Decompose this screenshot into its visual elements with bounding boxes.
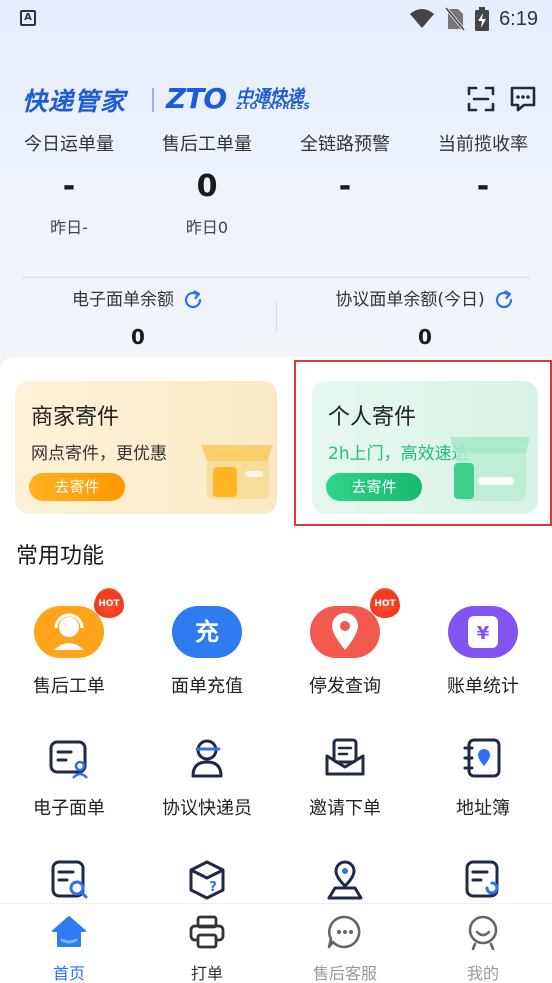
- wifi-icon: [410, 9, 435, 28]
- nav-customer-service[interactable]: 售后客服: [276, 914, 414, 983]
- hot-badge: HOT: [370, 588, 400, 618]
- func-invite-order[interactable]: 邀请下单: [276, 736, 414, 820]
- printer-icon: [189, 915, 225, 949]
- brand-logo: 快递管家: [22, 87, 127, 116]
- merchant-shipping-card[interactable]: 商家寄件 网点寄件，更优惠 去寄件: [15, 381, 277, 514]
- func-label: 面单充值: [171, 676, 243, 697]
- func-label: 账单统计: [447, 676, 519, 697]
- stat-sub: 昨日0: [185, 218, 229, 237]
- stats-divider: [22, 277, 530, 278]
- balance-agreement-waybill: 协议面单余额(今日) 0: [287, 285, 552, 355]
- stat-value: -: [62, 169, 76, 204]
- nav-label: 首页: [52, 964, 85, 983]
- func-label: 停发查询: [309, 676, 381, 697]
- svg-text:?: ?: [209, 880, 217, 895]
- profile-icon: [468, 915, 498, 951]
- bill-icon-text: ¥: [477, 623, 490, 644]
- stat-label: 今日运单量: [24, 134, 114, 155]
- stat-value: -: [338, 169, 352, 204]
- func-suspension-query[interactable]: HOT 停发查询: [276, 588, 414, 698]
- message-icon[interactable]: [508, 84, 538, 114]
- address-book-icon: [463, 738, 501, 778]
- scan-icon[interactable]: [466, 84, 496, 114]
- balance-e-waybill: 电子面单余额 0: [0, 285, 276, 355]
- func-label: 电子面单: [33, 798, 105, 819]
- func-e-waybill[interactable]: 电子面单: [0, 736, 138, 820]
- func-label: 售后工单: [33, 676, 105, 697]
- bottom-navigation: 首页 打单 售后客服 我的: [0, 903, 552, 983]
- highlight-box: [294, 360, 552, 526]
- app-notification-icon: A: [20, 10, 36, 26]
- package-query-icon[interactable]: ?: [185, 858, 229, 902]
- balance-label: 电子面单余额: [72, 290, 174, 310]
- promo-subtitle: 网点寄件，更优惠: [31, 444, 167, 464]
- func-agreement-courier[interactable]: 协议快递员: [138, 736, 276, 820]
- func-label: 协议快递员: [162, 798, 252, 819]
- home-icon: [52, 916, 86, 947]
- stat-value: -: [476, 169, 490, 204]
- func-label: 邀请下单: [309, 798, 381, 819]
- stat-today-waybills[interactable]: 今日运单量 - 昨日-: [0, 130, 138, 246]
- nav-label: 售后客服: [312, 964, 377, 983]
- nav-label: 打单: [190, 964, 223, 983]
- service-agent-icon: [34, 606, 104, 658]
- return-waybill-icon[interactable]: [461, 858, 505, 902]
- location-pin-icon: [310, 606, 380, 658]
- store-illustration-icon: [201, 445, 273, 499]
- merchant-ship-button[interactable]: 去寄件: [29, 473, 125, 501]
- battery-charging-icon: [475, 7, 490, 31]
- func-aftersale-ticket[interactable]: HOT 售后工单: [0, 588, 138, 698]
- balance-value: 0: [418, 325, 432, 349]
- stat-pickup-rate[interactable]: 当前揽收率 -: [414, 130, 552, 246]
- stat-value: 0: [196, 169, 218, 204]
- nav-home[interactable]: 首页: [0, 914, 138, 983]
- stat-label: 全链路预警: [300, 134, 390, 155]
- func-bill-statistics[interactable]: ¥ 账单统计: [414, 606, 552, 698]
- hot-badge: HOT: [94, 588, 124, 618]
- nav-print[interactable]: 打单: [138, 914, 276, 983]
- func-waybill-recharge[interactable]: 充 面单充值: [138, 606, 276, 698]
- stat-sub: [276, 210, 414, 246]
- stat-sub: 昨日-: [50, 218, 88, 237]
- waybill-search-icon[interactable]: [47, 858, 91, 902]
- courier-icon: [191, 739, 223, 778]
- stat-sub: [414, 210, 552, 246]
- section-title: 常用功能: [16, 544, 105, 569]
- bill-icon: ¥: [448, 606, 518, 658]
- stat-aftersale-tickets[interactable]: 售后工单量 0 昨日0: [138, 130, 276, 246]
- app-header: 快递管家 ZTO 中通快递 ZTO EXPRESS: [0, 70, 552, 126]
- chat-support-icon: [327, 915, 361, 949]
- nav-profile[interactable]: 我的: [414, 914, 552, 983]
- refresh-icon[interactable]: [493, 289, 515, 311]
- zto-logo-mark: ZTO: [166, 82, 227, 115]
- logo-divider: [152, 88, 154, 112]
- no-sim-icon: [445, 7, 466, 31]
- func-address-book[interactable]: 地址簿: [414, 736, 552, 820]
- balance-label: 协议面单余额(今日): [335, 290, 485, 310]
- e-waybill-icon: [49, 740, 88, 779]
- balance-divider: [276, 302, 277, 332]
- pickup-location-icon[interactable]: [323, 858, 367, 902]
- promo-title: 商家寄件: [31, 405, 120, 430]
- stat-chain-warning[interactable]: 全链路预警 -: [276, 130, 414, 246]
- balance-value: 0: [131, 325, 145, 349]
- stat-label: 当前揽收率: [438, 134, 528, 155]
- func-label: 地址簿: [456, 798, 510, 819]
- invite-mail-icon: [325, 738, 365, 776]
- recharge-icon-text: 充: [195, 618, 219, 646]
- clock-time: 6:19: [499, 7, 538, 30]
- status-bar: A 6:19: [0, 0, 552, 40]
- refresh-icon[interactable]: [182, 289, 204, 311]
- nav-label: 我的: [466, 964, 499, 983]
- zto-logo-en: ZTO EXPRESS: [236, 102, 311, 112]
- stat-label: 售后工单量: [162, 134, 252, 155]
- recharge-icon: 充: [172, 606, 242, 658]
